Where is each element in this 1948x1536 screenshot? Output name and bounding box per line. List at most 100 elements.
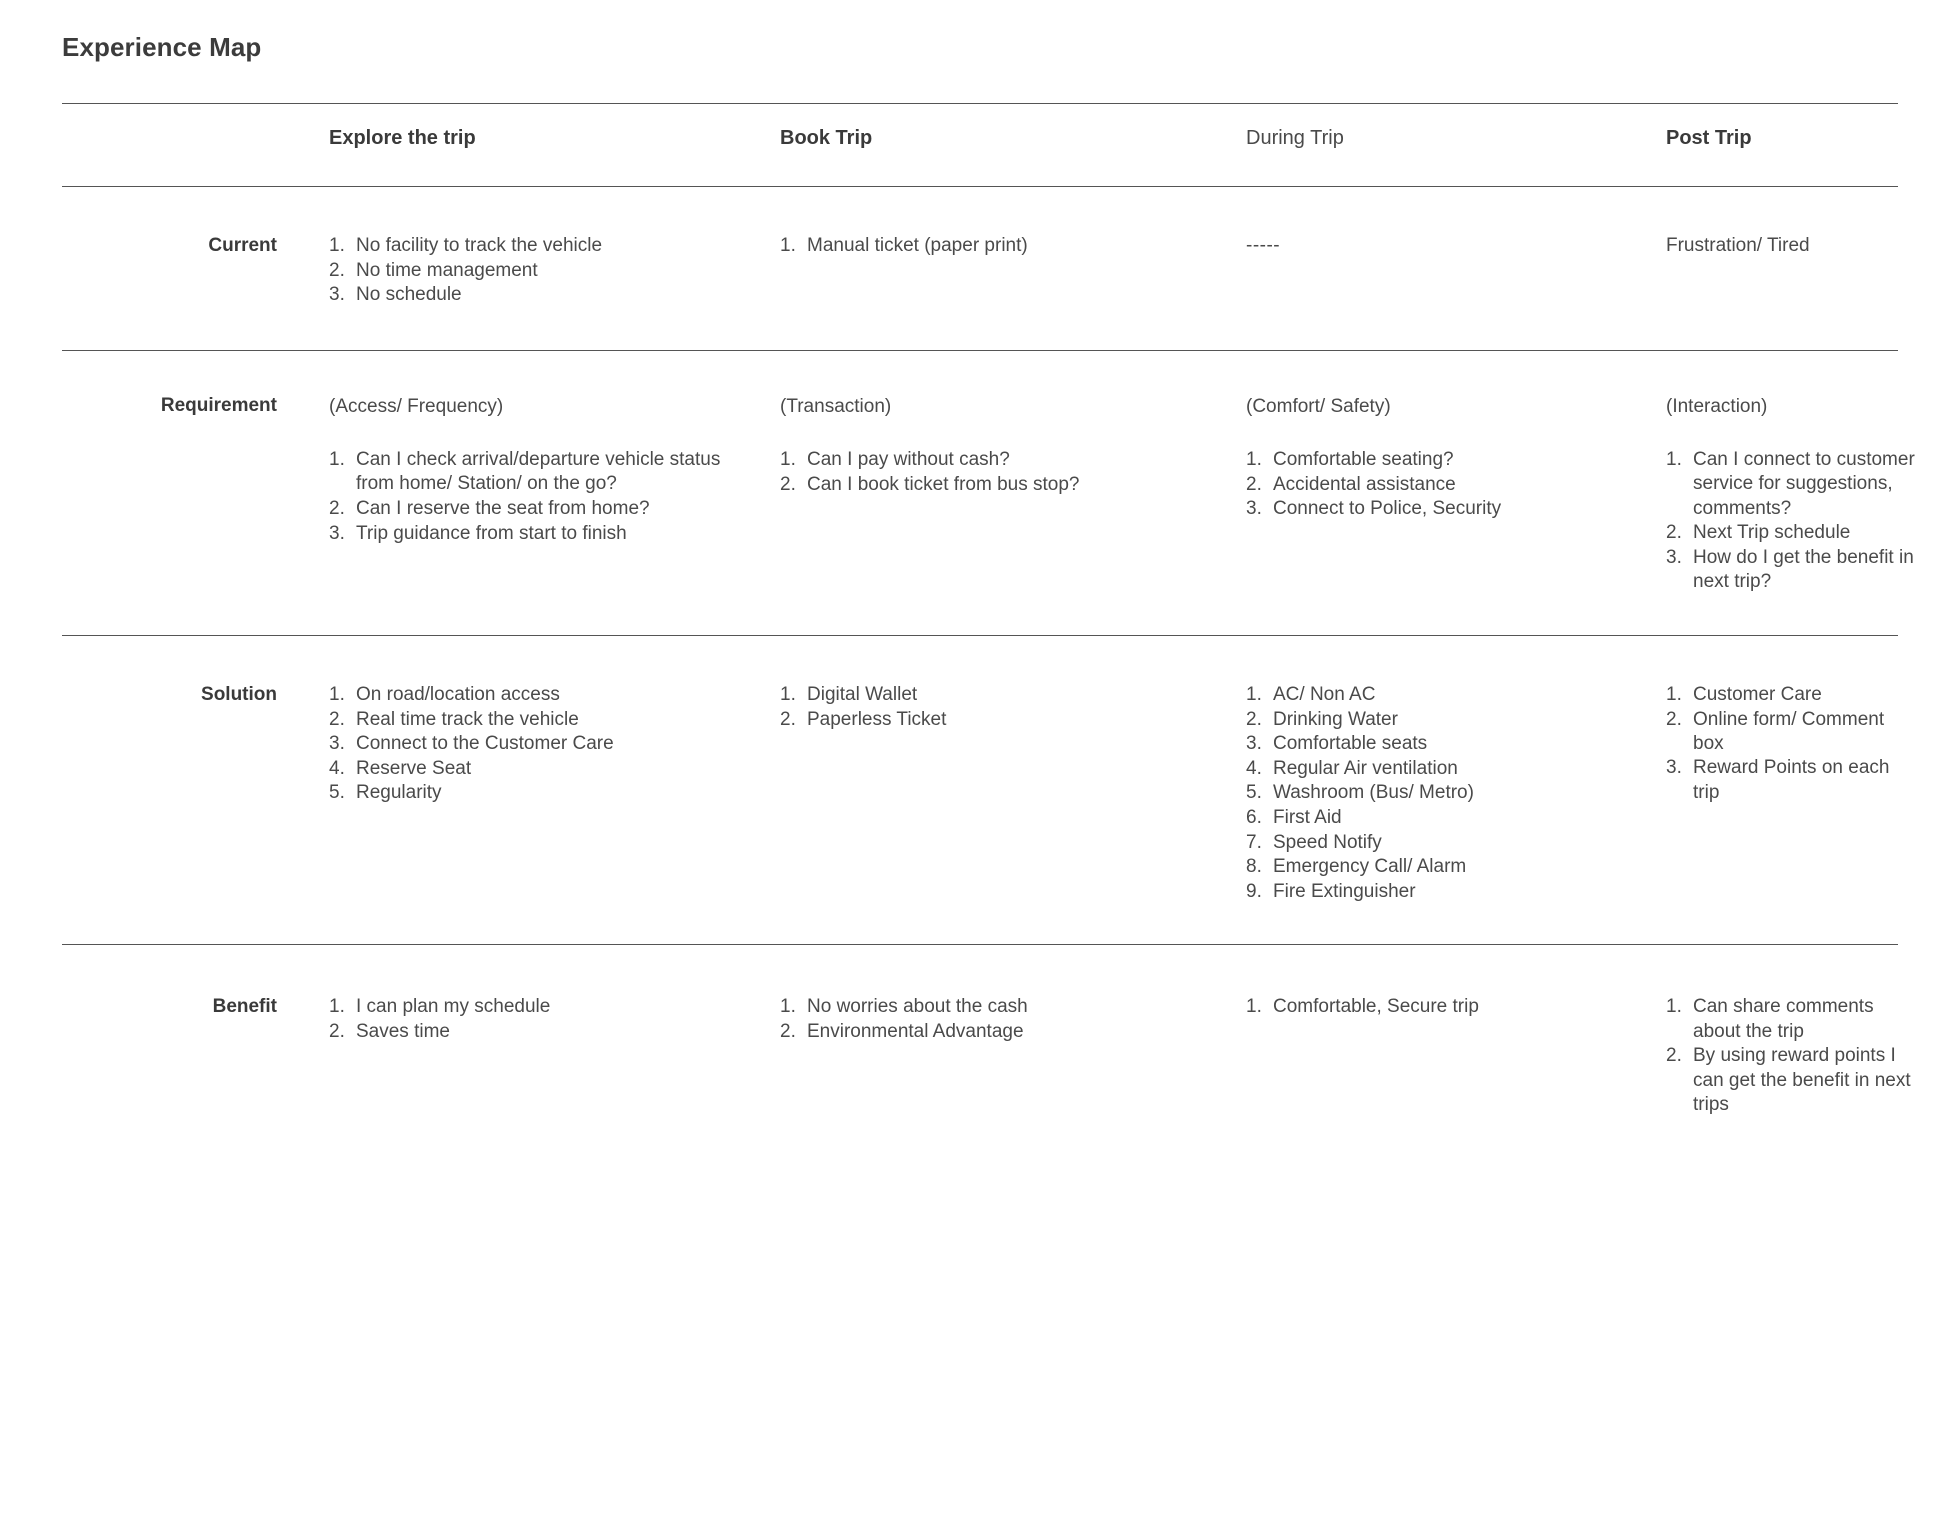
list-item-number: 1. bbox=[1246, 683, 1262, 705]
list-item-number: 1. bbox=[1246, 996, 1262, 1018]
list-item-number: 1. bbox=[1666, 996, 1682, 1018]
cell-solution-post-trip: 1. Customer Care 2. Online form/ Comment b… bbox=[1622, 683, 1918, 805]
list-item: 1. I can plan my schedule bbox=[329, 995, 732, 1019]
list-item-text: Saves time bbox=[356, 1021, 450, 1042]
list-item: 1. Customer Care bbox=[1666, 683, 1918, 707]
list-item: 7. Speed Notify bbox=[1246, 831, 1622, 855]
cell-current-post-trip: Frustration/ Tired bbox=[1622, 234, 1918, 258]
list-item-number: 3. bbox=[1246, 733, 1262, 755]
cell-requirement-post-trip: (Interaction) 1. Can I connect to custome… bbox=[1622, 395, 1918, 595]
list-item: 2. Next Trip schedule bbox=[1666, 521, 1918, 545]
list-item-text: Emergency Call/ Alarm bbox=[1273, 856, 1467, 878]
row-label-benefit: Benefit bbox=[212, 996, 277, 1018]
list-item-number: 1. bbox=[329, 683, 345, 705]
list-item-number: 1. bbox=[1246, 449, 1262, 471]
list-item: 2. Real time track the vehicle bbox=[329, 708, 732, 732]
item-list: 1. Can I connect to customer service for … bbox=[1666, 448, 1918, 594]
list-item: 5. Regularity bbox=[329, 781, 732, 805]
empty-placeholder-dashes: ----- bbox=[1246, 235, 1281, 256]
list-item: 3. Reward Points on each trip bbox=[1666, 756, 1918, 805]
experience-map-page: Experience Map Explore the trip Book Tri… bbox=[0, 0, 1948, 1536]
list-item-number: 2. bbox=[1666, 1045, 1682, 1067]
item-list: 1. No facility to track the vehicle 2. No … bbox=[329, 234, 732, 308]
cell-current-during-trip: ----- bbox=[1202, 234, 1622, 258]
list-item-number: 1. bbox=[780, 235, 796, 256]
list-item-number: 4. bbox=[329, 757, 345, 779]
list-item-number: 3. bbox=[1246, 498, 1262, 520]
column-header-explore-the-trip: Explore the trip bbox=[329, 127, 476, 149]
list-item-text: Regularity bbox=[356, 782, 442, 804]
list-item-text: AC/ Non AC bbox=[1273, 683, 1376, 705]
list-item: 2. Environmental Advantage bbox=[780, 1020, 1202, 1044]
list-item-number: 2. bbox=[329, 498, 345, 520]
cell-requirement-explore-the-trip: (Access/ Frequency) 1. Can I check arriva… bbox=[277, 395, 732, 546]
list-item-number: 3. bbox=[1666, 546, 1682, 568]
cell-requirement-book-trip: (Transaction) 1. Can I pay without cash? … bbox=[732, 395, 1202, 498]
cell-benefit-during-trip: 1. Comfortable, Secure trip bbox=[1202, 995, 1622, 1020]
item-list: 1. Customer Care 2. Online form/ Comment b… bbox=[1666, 683, 1918, 805]
list-item-number: 2. bbox=[329, 708, 345, 730]
experience-map-table: Explore the trip Book Trip During Trip P… bbox=[62, 103, 1915, 1158]
list-item-number: 2. bbox=[1246, 708, 1262, 730]
list-item: 3. Comfortable seats bbox=[1246, 732, 1622, 756]
column-header-during-trip: During Trip bbox=[1246, 127, 1344, 149]
list-item: 3. Connect to Police, Security bbox=[1246, 497, 1622, 521]
list-item-number: 2. bbox=[1666, 708, 1682, 730]
list-item: 2. Can I reserve the seat from home? bbox=[329, 497, 732, 521]
list-item: 9. Fire Extinguisher bbox=[1246, 880, 1622, 904]
list-item-number: 4. bbox=[1246, 757, 1262, 779]
list-item-number: 3. bbox=[329, 522, 345, 544]
page-title: Experience Map bbox=[62, 32, 262, 62]
list-item-number: 3. bbox=[1666, 757, 1682, 779]
list-item: 1. Digital Wallet bbox=[780, 683, 1202, 707]
cell-solution-explore-the-trip: 1. On road/location access 2. Real time tr… bbox=[277, 683, 732, 806]
cell-benefit-book-trip: 1. No worries about the cash 2. Environmen… bbox=[732, 995, 1202, 1044]
list-item: 1. Comfortable, Secure trip bbox=[1246, 995, 1622, 1019]
cell-benefit-post-trip: 1. Can share comments about the trip 2. By… bbox=[1622, 995, 1918, 1117]
list-item: 1. AC/ Non AC bbox=[1246, 683, 1622, 707]
cell-subhead: (Interaction) bbox=[1666, 395, 1768, 417]
column-header-post-trip: Post Trip bbox=[1666, 127, 1752, 149]
list-item: 3. No schedule bbox=[329, 283, 732, 307]
item-list: 1. No worries about the cash 2. Environmen… bbox=[780, 995, 1202, 1044]
list-item: 2. Online form/ Comment box bbox=[1666, 708, 1918, 757]
item-list: 1. Can share comments about the trip 2. By… bbox=[1666, 995, 1918, 1117]
list-item: 2. Accidental assistance bbox=[1246, 473, 1622, 497]
list-item-number: 3. bbox=[329, 733, 345, 755]
list-item-text: Can I book ticket from bus stop? bbox=[807, 473, 1080, 495]
list-item-number: 2. bbox=[329, 259, 345, 281]
list-item: 2. Paperless Ticket bbox=[780, 708, 1202, 732]
list-item-number: 5. bbox=[329, 782, 345, 804]
cell-current-book-trip: 1. Manual ticket (paper print) bbox=[732, 234, 1202, 259]
list-item-text: Can I reserve the seat from home? bbox=[356, 498, 650, 520]
list-item: 1. No worries about the cash bbox=[780, 995, 1202, 1019]
list-item: 8. Emergency Call/ Alarm bbox=[1246, 855, 1622, 879]
table-row-solution: Solution 1. On road/location access 2. Rea… bbox=[62, 636, 1898, 944]
list-item-number: 2. bbox=[329, 1021, 345, 1042]
list-item-number: 3. bbox=[329, 284, 345, 306]
list-item: 1. Can I pay without cash? bbox=[780, 448, 1202, 472]
list-item-text: On road/location access bbox=[356, 683, 560, 705]
list-item-text: Can I check arrival/departure vehicle st… bbox=[356, 449, 721, 495]
list-item-number: 1. bbox=[329, 449, 345, 471]
cell-text: Frustration/ Tired bbox=[1666, 235, 1810, 256]
list-item-number: 9. bbox=[1246, 880, 1262, 902]
list-item-text: Manual ticket (paper print) bbox=[807, 235, 1028, 256]
list-item: 2. No time management bbox=[329, 259, 732, 283]
list-item: 2. Can I book ticket from bus stop? bbox=[780, 473, 1202, 497]
list-item-text: I can plan my schedule bbox=[356, 996, 551, 1018]
list-item-text: Digital Wallet bbox=[807, 683, 918, 705]
list-item-number: 8. bbox=[1246, 856, 1262, 878]
list-item-number: 7. bbox=[1246, 831, 1262, 853]
list-item-text: Next Trip schedule bbox=[1693, 522, 1851, 544]
list-item-number: 1. bbox=[329, 996, 345, 1018]
list-item-text: How do I get the benefit in next trip? bbox=[1693, 546, 1914, 593]
list-item-text: Comfortable, Secure trip bbox=[1273, 996, 1479, 1018]
list-item-text: Comfortable seating? bbox=[1273, 449, 1454, 471]
list-item-text: Accidental assistance bbox=[1273, 473, 1456, 495]
list-item-number: 2. bbox=[1666, 522, 1682, 544]
list-item: 5. Washroom (Bus/ Metro) bbox=[1246, 781, 1622, 805]
list-item-text: Fire Extinguisher bbox=[1273, 880, 1416, 902]
list-item: 1. No facility to track the vehicle bbox=[329, 234, 732, 258]
list-item-number: 1. bbox=[780, 996, 796, 1018]
